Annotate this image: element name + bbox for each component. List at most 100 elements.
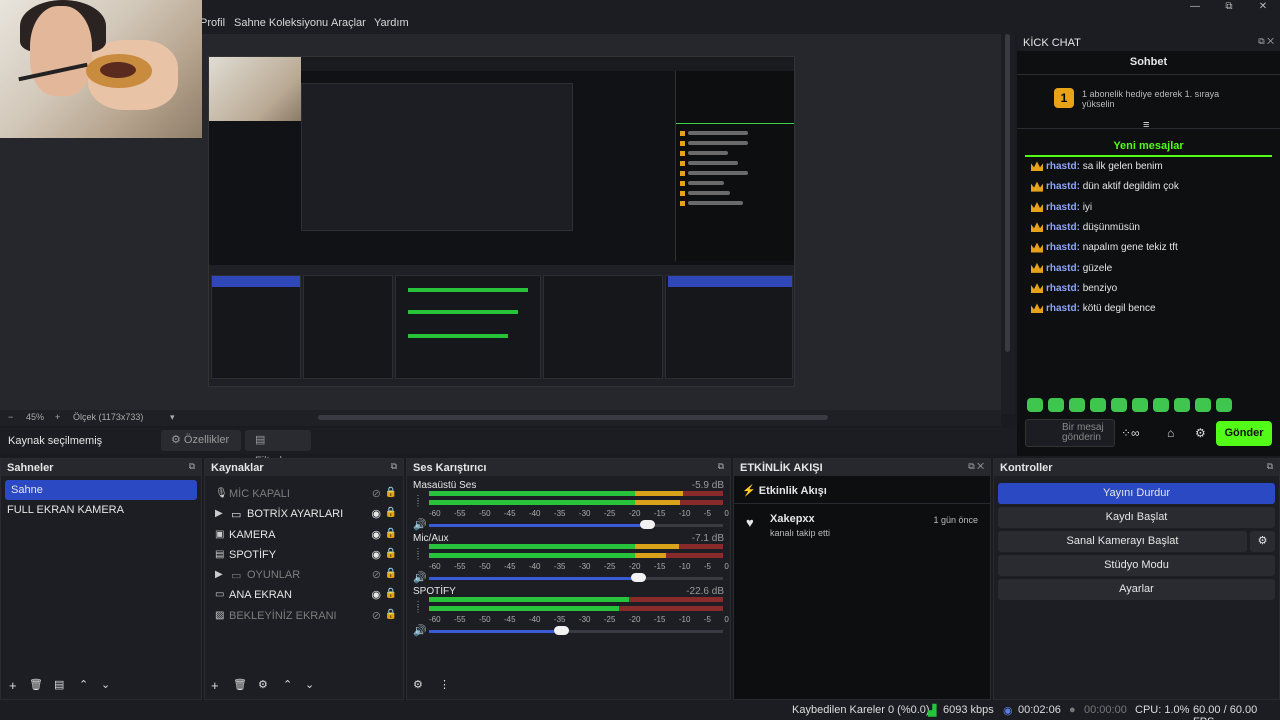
source-item[interactable]: ▶ ▭ BOTRİX AYARLARI ◉ 🔒 (205, 504, 403, 524)
lock-icon[interactable]: 🔒 (385, 548, 397, 559)
program-preview[interactable] (208, 56, 795, 387)
send-button[interactable]: Gönder (1216, 421, 1272, 446)
eye-icon[interactable]: ◉ (371, 588, 381, 601)
preview-horizontal-scrollbar[interactable] (318, 415, 828, 420)
scene-item[interactable]: Sahne (5, 480, 197, 500)
trash-icon[interactable]: 🗑 (29, 678, 43, 691)
menu-scene-collection[interactable]: Sahne Koleksiyonu (234, 17, 328, 29)
hidden-eye-icon[interactable]: ⊘ (372, 568, 381, 581)
volume-slider[interactable] (639, 520, 655, 529)
scene-item[interactable]: FULL EKRAN KAMERA (1, 500, 201, 520)
undock-icon[interactable]: ⧉ (189, 461, 195, 472)
emote-icon[interactable] (1216, 398, 1232, 412)
gear-icon[interactable]: ⚙ (258, 678, 268, 691)
eye-icon[interactable]: ◉ (371, 528, 381, 541)
add-icon[interactable]: + (9, 678, 17, 693)
channel-menu-icon[interactable]: ⋮ ⋮ (414, 601, 422, 614)
lock-icon[interactable]: 🔒 (385, 568, 397, 579)
source-item[interactable]: ▨ BEKLEYİNİZ EKRANI ⊘ 🔒 (205, 606, 403, 626)
eye-icon[interactable]: ◉ (371, 548, 381, 561)
zoom-in-button[interactable]: + (55, 412, 60, 422)
zoom-out-button[interactable]: − (8, 412, 13, 422)
chat-username[interactable]: rhastd (1046, 303, 1077, 314)
volume-slider[interactable] (630, 573, 646, 582)
store-icon[interactable]: ⌂ (1167, 426, 1174, 440)
undock-icon[interactable]: ⧉ (391, 461, 397, 472)
hidden-eye-icon[interactable]: ⊘ (372, 487, 381, 500)
chat-message-input[interactable]: Bir mesaj gönderin (1025, 419, 1115, 447)
arrow-up-icon[interactable]: ⌃ (79, 678, 88, 691)
more-options-icon[interactable]: ⋮ (439, 678, 450, 691)
expand-arrow-icon[interactable]: ▶ (215, 569, 227, 580)
chat-username[interactable]: rhastd (1046, 242, 1077, 253)
start-virtual-camera-button[interactable]: Sanal Kamerayı Başlat (998, 531, 1247, 552)
emote-icon[interactable] (1048, 398, 1064, 412)
close-icon[interactable]: ⧉ ✕ (968, 461, 984, 472)
lock-icon[interactable]: 🔒 (385, 507, 397, 518)
gear-icon[interactable]: ⚙ (1195, 426, 1206, 440)
advanced-audio-icon[interactable]: ⚙ (413, 678, 423, 691)
users-icon[interactable]: ⁘∞ (1121, 426, 1140, 440)
arrow-down-icon[interactable]: ⌄ (305, 678, 314, 691)
emote-icon[interactable] (1027, 398, 1043, 412)
menu-help[interactable]: Yardım (374, 17, 409, 29)
stop-streaming-button[interactable]: Yayını Durdur (998, 483, 1275, 504)
emote-icon[interactable] (1174, 398, 1190, 412)
menu-tools[interactable]: Araçlar (331, 17, 366, 29)
chat-text: dün aktif degildim çok (1082, 181, 1179, 193)
hidden-eye-icon[interactable]: ⊘ (372, 609, 381, 622)
menu-profile[interactable]: Profil (200, 17, 225, 29)
chat-username[interactable]: rhastd (1046, 161, 1077, 172)
chat-username[interactable]: rhastd (1046, 263, 1077, 274)
chat-username[interactable]: rhastd (1046, 202, 1077, 213)
source-item[interactable]: ▣ KAMERA ◉ 🔒 (205, 525, 403, 545)
webcam-feed (0, 0, 202, 138)
studio-mode-button[interactable]: Stüdyo Modu (998, 555, 1275, 576)
minimize-button[interactable]: — (1178, 0, 1212, 16)
settings-button[interactable]: Ayarlar (998, 579, 1275, 600)
chat-username[interactable]: rhastd (1046, 222, 1077, 233)
chat-dock-title: KİCK CHAT (1023, 37, 1081, 49)
properties-button[interactable]: ⚙ Özellikler (161, 430, 241, 451)
preview-vertical-scrollbar[interactable] (1001, 34, 1015, 414)
undock-icon[interactable]: ⧉ (718, 461, 724, 472)
filters-button[interactable]: ▤ Filtreler (245, 430, 311, 467)
source-item[interactable]: ▭ ANA EKRAN ◉ 🔒 (205, 585, 403, 605)
channel-menu-icon[interactable]: ⋮ ⋮ (414, 548, 422, 561)
volume-slider[interactable] (554, 626, 570, 635)
emote-icon[interactable] (1132, 398, 1148, 412)
emote-icon[interactable] (1111, 398, 1127, 412)
undock-icon[interactable]: ⧉ (1267, 461, 1273, 472)
start-recording-button[interactable]: Kaydı Başlat (998, 507, 1275, 528)
meter-tick-label: -30 (578, 509, 591, 518)
close-icon[interactable]: ⧉ ✕ (1258, 36, 1274, 47)
lock-icon[interactable]: 🔒 (385, 609, 397, 620)
filter-icon[interactable]: ▤ (54, 678, 64, 691)
source-item[interactable]: ▶ ▭ OYUNLAR ⊘ 🔒 (205, 565, 403, 585)
emote-icon[interactable] (1153, 398, 1169, 412)
expand-arrow-icon[interactable]: ▶ (215, 508, 227, 519)
virtual-camera-settings-icon[interactable]: ⚙ (1250, 531, 1275, 552)
emote-icon[interactable] (1090, 398, 1106, 412)
menu-lines-icon[interactable]: ≡ (1143, 119, 1149, 131)
source-item[interactable]: ▤ SPOTİFY ◉ 🔒 (205, 545, 403, 565)
speaker-icon[interactable]: 🔊 (413, 624, 427, 637)
chat-username[interactable]: rhastd (1046, 181, 1077, 192)
trash-icon[interactable]: 🗑 (233, 678, 247, 691)
lock-icon[interactable]: 🔒 (385, 588, 397, 599)
lock-icon[interactable]: 🔒 (385, 487, 397, 498)
maximize-button[interactable]: ⧉ (1212, 0, 1246, 16)
emote-icon[interactable] (1195, 398, 1211, 412)
chat-colon: : (1076, 262, 1080, 274)
scale-dropdown-icon[interactable]: ▾ (170, 412, 175, 423)
source-item[interactable]: 🎙 MİC KAPALI ⊘ 🔒 (205, 484, 403, 504)
chat-username[interactable]: rhastd (1046, 283, 1077, 294)
lock-icon[interactable]: 🔒 (385, 528, 397, 539)
add-icon[interactable]: + (211, 678, 219, 693)
arrow-down-icon[interactable]: ⌄ (101, 678, 110, 691)
close-button[interactable]: ✕ (1246, 0, 1280, 16)
emote-icon[interactable] (1069, 398, 1085, 412)
arrow-up-icon[interactable]: ⌃ (283, 678, 292, 691)
eye-icon[interactable]: ◉ (371, 507, 381, 520)
channel-menu-icon[interactable]: ⋮ ⋮ (414, 495, 422, 508)
